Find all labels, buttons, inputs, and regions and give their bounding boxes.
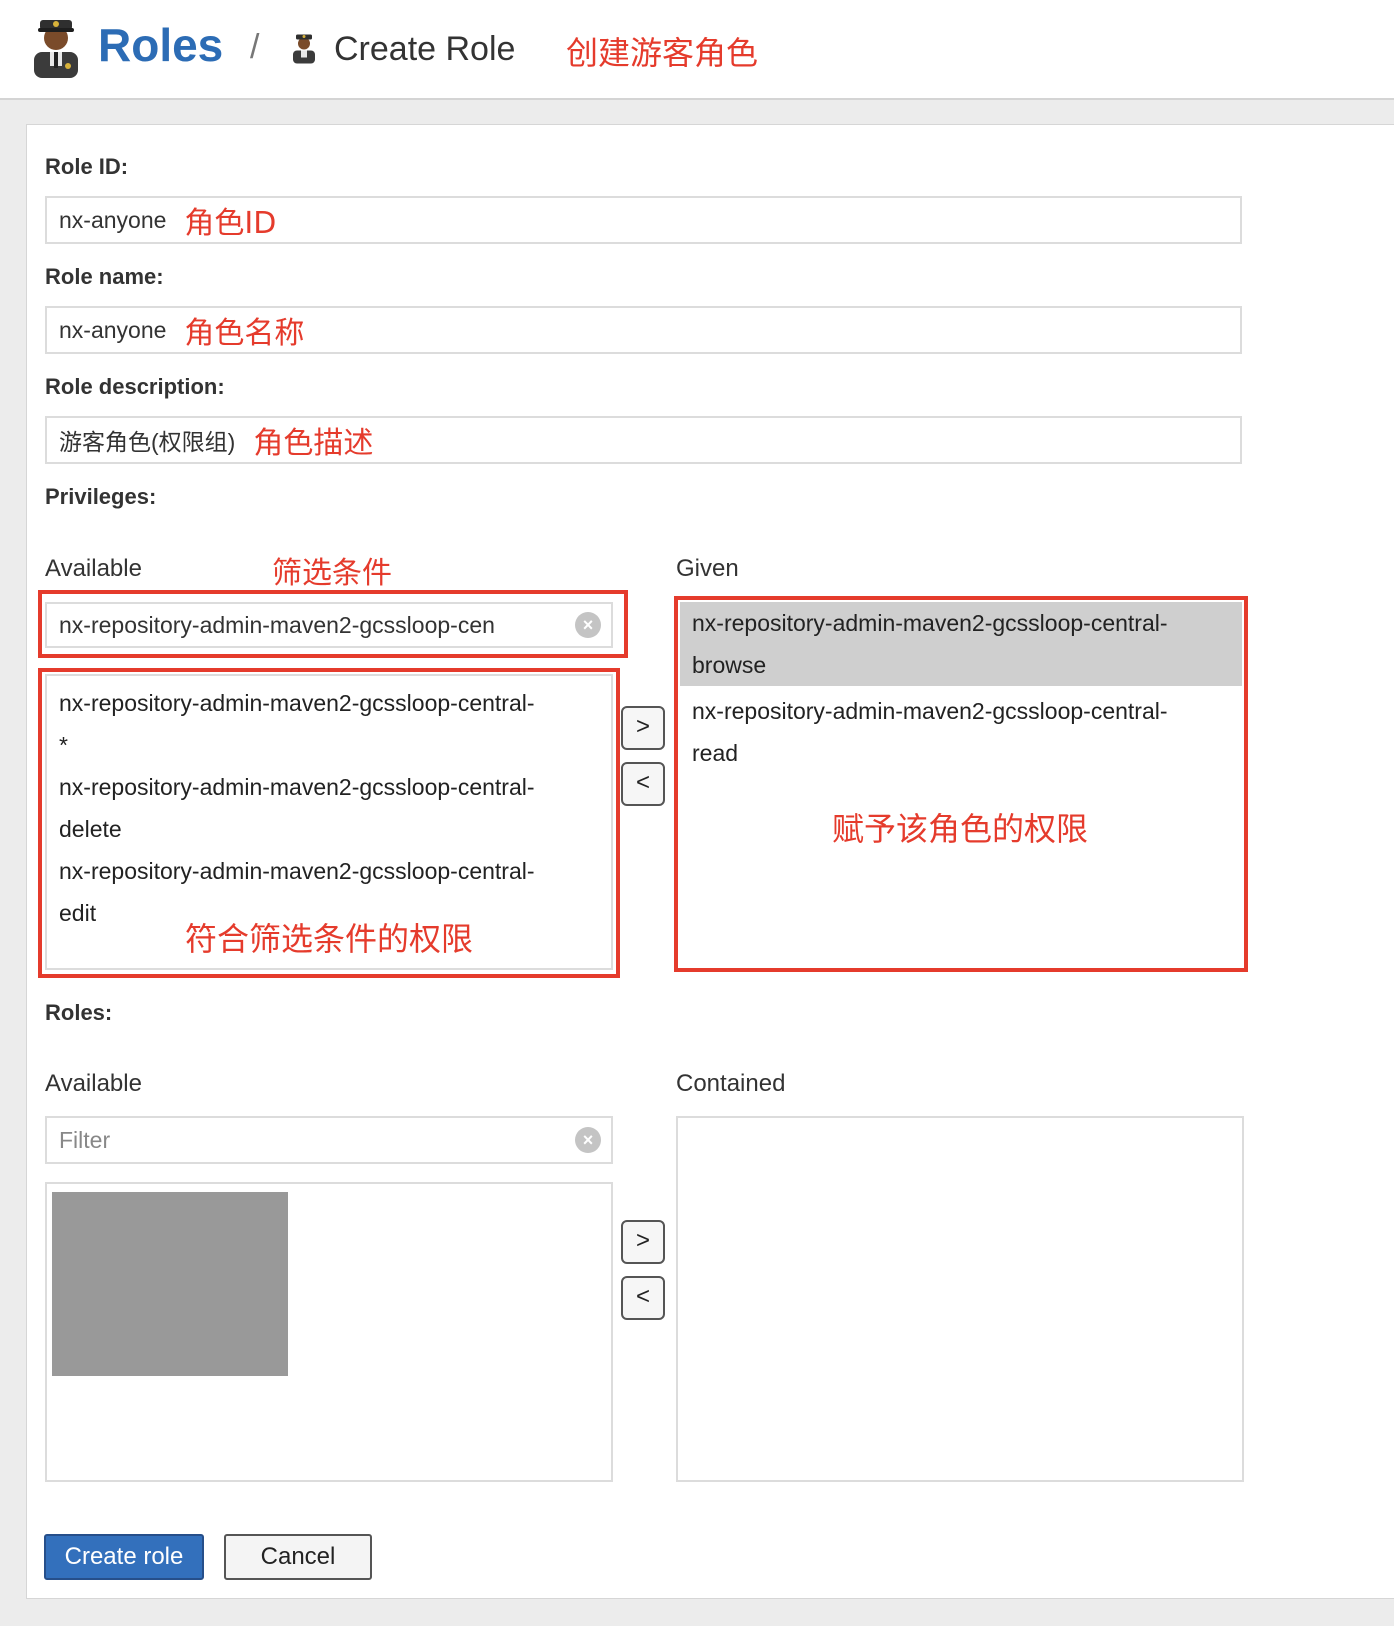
breadcrumb-current: Create Role: [334, 30, 516, 68]
role-name-value: nx-anyone: [59, 316, 167, 343]
annotation-header: 创建游客角色: [566, 34, 759, 72]
cancel-button[interactable]: Cancel: [224, 1534, 372, 1580]
move-left-button[interactable]: <: [621, 762, 665, 806]
role-id-field[interactable]: nx-anyone 角色ID: [45, 196, 1242, 244]
police-officer-icon: [34, 20, 78, 78]
page-title[interactable]: Roles: [98, 18, 223, 72]
annotation-role-description: 角色描述: [253, 426, 374, 461]
clear-filter-icon[interactable]: ×: [575, 612, 601, 638]
annotation-role-name: 角色名称: [184, 316, 305, 351]
roles-label: Roles:: [45, 1000, 113, 1025]
roles-filter-placeholder: Filter: [59, 1126, 111, 1153]
annotation-filter: 筛选条件: [272, 556, 392, 591]
create-role-button[interactable]: Create role: [44, 1534, 204, 1580]
list-item[interactable]: nx-repository-admin-maven2-gcssloop-cent…: [47, 682, 611, 766]
role-description-label: Role description:: [45, 374, 225, 399]
annotation-available-list: 符合筛选条件的权限: [185, 920, 474, 958]
role-id-value: nx-anyone: [59, 206, 167, 233]
annotation-role-id: 角色ID: [184, 206, 277, 241]
role-description-field[interactable]: 游客角色(权限组) 角色描述: [45, 416, 1242, 464]
privileges-given-list[interactable]: nx-repository-admin-maven2-gcssloop-cent…: [680, 602, 1242, 966]
annotation-given: 赋予该角色的权限: [832, 810, 1089, 848]
list-item[interactable]: nx-repository-admin-maven2-gcssloop-cent…: [680, 602, 1242, 686]
roles-move-left-button[interactable]: <: [621, 1276, 665, 1320]
roles-contained-list[interactable]: [676, 1116, 1244, 1482]
role-name-label: Role name:: [45, 264, 164, 289]
role-description-value: 游客角色(权限组): [59, 429, 236, 455]
roles-contained-label: Contained: [676, 1070, 786, 1097]
privileges-label: Privileges:: [45, 484, 157, 509]
image-placeholder: [52, 1192, 288, 1376]
list-item[interactable]: nx-repository-admin-maven2-gcssloop-cent…: [680, 686, 1242, 774]
privileges-available-label: Available: [45, 555, 142, 582]
police-officer-icon: [293, 34, 315, 64]
list-item[interactable]: nx-repository-admin-maven2-gcssloop-cent…: [47, 766, 611, 850]
breadcrumb-separator: /: [250, 28, 260, 66]
role-id-label: Role ID:: [45, 154, 129, 179]
roles-filter-input[interactable]: Filter ×: [45, 1116, 613, 1164]
role-name-field[interactable]: nx-anyone 角色名称: [45, 306, 1242, 354]
privileges-given-label: Given: [676, 555, 739, 582]
move-right-button[interactable]: >: [621, 706, 665, 750]
privileges-filter-value: nx-repository-admin-maven2-gcssloop-cen: [59, 611, 495, 638]
privileges-filter-input[interactable]: nx-repository-admin-maven2-gcssloop-cen …: [45, 602, 613, 648]
clear-filter-icon[interactable]: ×: [575, 1127, 601, 1153]
roles-move-right-button[interactable]: >: [621, 1220, 665, 1264]
roles-available-label: Available: [45, 1070, 142, 1097]
